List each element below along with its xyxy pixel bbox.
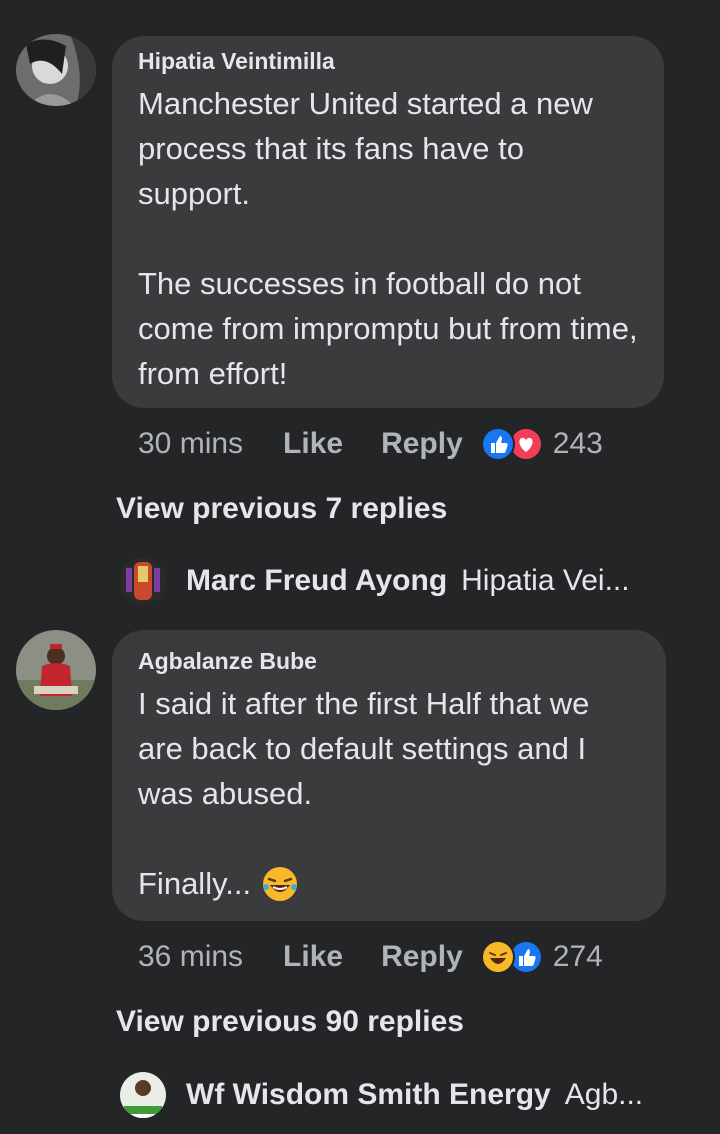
- latest-reply-preview[interactable]: Marc Freud Ayong Hipatia Vei...: [120, 558, 630, 604]
- reply-snippet: Hipatia Vei...: [461, 564, 630, 597]
- comment-author[interactable]: Agbalanze Bube: [138, 648, 640, 675]
- comment-author[interactable]: Hipatia Veintimilla: [138, 48, 638, 75]
- avatar-photo: [16, 630, 96, 710]
- view-previous-replies[interactable]: View previous 90 replies: [116, 1005, 464, 1039]
- comment-timestamp[interactable]: 36 mins: [138, 940, 243, 974]
- reaction-count: 274: [552, 940, 603, 973]
- reply-avatar: [120, 558, 166, 604]
- comment-paragraph: Finally...: [138, 861, 640, 906]
- comment-paragraph: The successes in football do not come fr…: [138, 266, 638, 391]
- comment-timestamp[interactable]: 30 mins: [138, 427, 243, 461]
- commenter-avatar[interactable]: [16, 34, 96, 106]
- comment-actions: 30 mins Like Reply 243: [138, 422, 603, 466]
- avatar-photo: [16, 34, 96, 106]
- reply-button[interactable]: Reply: [381, 427, 463, 461]
- reaction-count: 243: [552, 427, 603, 460]
- reply-avatar: [120, 1072, 166, 1118]
- like-button[interactable]: Like: [283, 940, 343, 974]
- reaction-summary[interactable]: 243: [480, 427, 603, 461]
- comment-bubble[interactable]: Hipatia Veintimilla Manchester United st…: [112, 36, 664, 408]
- laughing-emoji-icon: [261, 865, 299, 903]
- comment-paragraph: I said it after the first Half that we a…: [138, 686, 590, 811]
- comment-paragraph: Manchester United started a new process …: [138, 86, 593, 211]
- comment-paragraph-text: Finally...: [138, 866, 252, 901]
- view-previous-replies[interactable]: View previous 7 replies: [116, 492, 447, 526]
- like-button[interactable]: Like: [283, 427, 343, 461]
- comment-bubble[interactable]: Agbalanze Bube I said it after the first…: [112, 630, 666, 921]
- reply-author[interactable]: Wf Wisdom Smith Energy: [186, 1078, 551, 1112]
- reaction-summary[interactable]: 274: [480, 940, 603, 974]
- comment-text: Manchester United started a new process …: [138, 81, 638, 396]
- commenter-avatar[interactable]: [16, 630, 96, 710]
- comment-text: I said it after the first Half that we a…: [138, 681, 640, 906]
- latest-reply-preview[interactable]: Wf Wisdom Smith Energy Agb...: [120, 1072, 643, 1118]
- haha-icon: [480, 940, 515, 974]
- comment-actions: 36 mins Like Reply 274: [138, 935, 603, 979]
- like-icon: [480, 427, 515, 461]
- reply-button[interactable]: Reply: [381, 940, 463, 974]
- reply-author[interactable]: Marc Freud Ayong: [186, 564, 447, 598]
- reply-snippet: Agb...: [564, 1078, 644, 1111]
